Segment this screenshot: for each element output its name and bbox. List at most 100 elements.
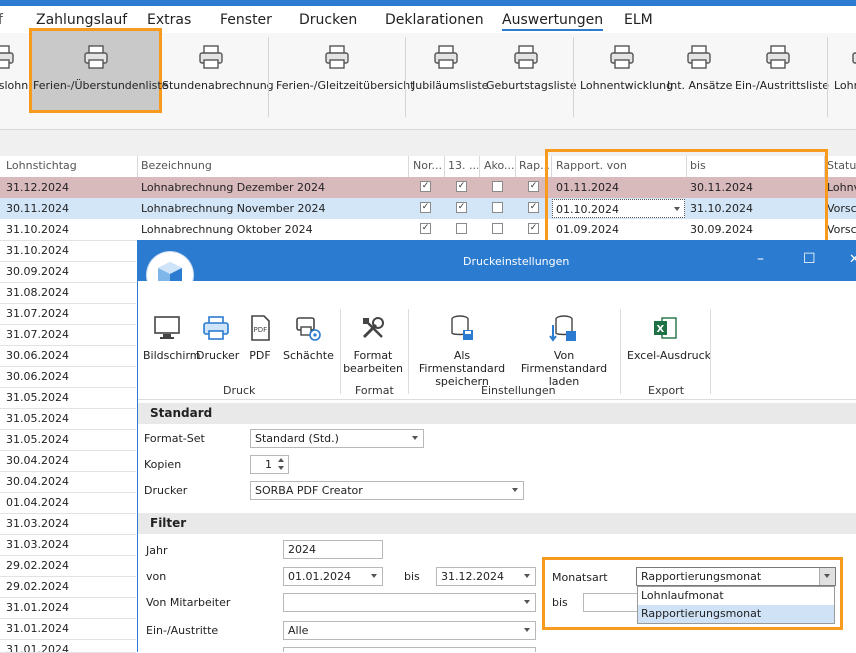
col-header-13[interactable]: 13. ... bbox=[448, 159, 478, 172]
list-item[interactable]: 30.09.2024 bbox=[0, 261, 136, 283]
button-label: Als Firmenstandard speichern bbox=[418, 349, 506, 388]
monitor-icon bbox=[154, 316, 180, 339]
list-item[interactable]: 31.07.2024 bbox=[0, 303, 136, 325]
col-separator bbox=[479, 156, 480, 177]
button-label: Schächte bbox=[283, 349, 334, 362]
list-item[interactable]: 29.02.2024 bbox=[0, 576, 136, 598]
checkbox-13[interactable] bbox=[456, 223, 467, 234]
ribbon-button-eslohn[interactable]: eslohn bbox=[0, 43, 28, 107]
ribbon-button-lohnentwicklung[interactable]: Lohnentwicklung bbox=[580, 43, 673, 107]
list-item[interactable]: 31.10.2024 bbox=[0, 240, 136, 262]
col-header-status[interactable]: Status bbox=[827, 159, 856, 172]
ribbon-button-stundenabrechnung[interactable]: Stundenabrechnung bbox=[162, 43, 274, 107]
list-item[interactable]: 31.07.2024 bbox=[0, 324, 136, 346]
button-bildschirm[interactable]: Bildschirm bbox=[143, 313, 201, 362]
label-jahr: Jahr bbox=[146, 544, 168, 557]
list-item[interactable]: 31.08.2024 bbox=[0, 282, 136, 304]
checkbox-13[interactable]: ✓ bbox=[456, 202, 467, 213]
button-format-bearbeiten[interactable]: Format bearbeiten bbox=[342, 313, 404, 375]
maximize-button[interactable]: ☐ bbox=[803, 251, 816, 267]
col-header-normal[interactable]: Nor... bbox=[413, 159, 443, 172]
menu-auswertungen[interactable]: Auswertungen bbox=[502, 12, 604, 31]
cell-date: 30.09.2024 bbox=[6, 265, 69, 278]
bis-date-input[interactable]: 31.12.2024 bbox=[436, 567, 536, 586]
ribbon-button-label: Jubiläumsliste bbox=[412, 79, 489, 92]
chevron-down-icon[interactable] bbox=[278, 466, 284, 470]
ribbon-button-ferien-ueberstundenliste[interactable]: Ferien-/Überstundenliste bbox=[33, 43, 168, 107]
menu-zahlungslauf[interactable]: Zahlungslauf bbox=[36, 12, 127, 28]
checkbox-rap[interactable]: ✓ bbox=[528, 202, 539, 213]
label-format-set: Format-Set bbox=[144, 432, 205, 445]
cell-date: 30.04.2024 bbox=[6, 454, 69, 467]
ribbon-button-jubilaeumsliste[interactable]: Jubiläumsliste bbox=[412, 43, 489, 107]
checkbox-rap[interactable]: ✓ bbox=[528, 181, 539, 192]
list-item[interactable]: 01.04.2024 bbox=[0, 492, 136, 514]
checkbox-13[interactable]: ✓ bbox=[456, 181, 467, 192]
checkbox-normal[interactable]: ✓ bbox=[420, 181, 431, 192]
cell-date: 31.03.2024 bbox=[6, 538, 69, 551]
jahr-input[interactable]: 2024 bbox=[283, 540, 383, 559]
list-item[interactable]: 29.02.2024 bbox=[0, 555, 136, 577]
ribbon-button-int-ansaetze[interactable]: Int. Ansätze bbox=[667, 43, 732, 107]
drucker-select[interactable]: SORBA PDF Creator bbox=[250, 481, 524, 500]
list-item[interactable]: 31.05.2024 bbox=[0, 408, 136, 430]
button-drucker[interactable]: Drucker bbox=[196, 313, 239, 362]
button-pdf[interactable]: PDF PDF bbox=[244, 313, 276, 362]
ribbon-separator bbox=[268, 37, 269, 117]
list-item[interactable]: 31.05.2024 bbox=[0, 387, 136, 409]
menu-deklarationen[interactable]: Deklarationen bbox=[385, 12, 484, 28]
col-separator bbox=[515, 156, 516, 177]
select-value: Standard (Std.) bbox=[255, 432, 339, 445]
button-von-firmenstandard-laden[interactable]: Von Firmenstandard laden bbox=[514, 313, 614, 388]
col-header-ako[interactable]: Ako... bbox=[484, 159, 514, 172]
list-item[interactable]: 31.05.2024 bbox=[0, 429, 136, 451]
minimize-button[interactable]: – bbox=[757, 251, 764, 267]
format-set-select[interactable]: Standard (Std.) bbox=[250, 429, 424, 448]
section-title: Filter bbox=[150, 516, 187, 530]
checkbox-ako[interactable] bbox=[492, 223, 503, 234]
list-item[interactable]: 30.06.2024 bbox=[0, 366, 136, 388]
menu-fenster[interactable]: Fenster bbox=[220, 12, 272, 28]
checkbox-normal[interactable]: ✓ bbox=[420, 202, 431, 213]
button-als-firmenstandard-speichern[interactable]: Als Firmenstandard speichern bbox=[414, 313, 510, 388]
list-item[interactable]: 31.01.2024 bbox=[0, 639, 136, 653]
menu-elm[interactable]: ELM bbox=[624, 12, 653, 28]
next-field-partial[interactable] bbox=[283, 647, 536, 652]
checkbox-normal[interactable]: ✓ bbox=[420, 223, 431, 234]
ribbon-button-ein-austrittsliste[interactable]: Ein-/Austrittsliste bbox=[735, 43, 829, 107]
list-item[interactable]: 31.03.2024 bbox=[0, 534, 136, 556]
kopien-stepper[interactable]: 1 bbox=[250, 455, 289, 474]
close-button[interactable]: ✕ bbox=[849, 252, 856, 267]
ein-austritte-select[interactable]: Alle bbox=[283, 621, 536, 640]
list-item[interactable]: 30.04.2024 bbox=[0, 471, 136, 493]
svg-text:X: X bbox=[657, 324, 665, 335]
button-excel-ausdruck[interactable]: X Excel-Ausdruck bbox=[627, 313, 711, 362]
ribbon-button-lohn[interactable]: Lohn bbox=[834, 43, 856, 107]
list-item[interactable]: 31.03.2024 bbox=[0, 513, 136, 535]
ribbon-button-geburtstagsliste[interactable]: Geburtstagsliste bbox=[486, 43, 577, 107]
list-item[interactable]: 30.04.2024 bbox=[0, 450, 136, 472]
chevron-up-icon[interactable] bbox=[278, 458, 284, 462]
ribbon-separator bbox=[573, 37, 574, 117]
menu-extras[interactable]: Extras bbox=[147, 12, 191, 28]
menu-item-fragment[interactable]: f bbox=[0, 12, 3, 28]
checkbox-rap[interactable]: ✓ bbox=[528, 223, 539, 234]
von-mitarbeiter-select[interactable] bbox=[283, 593, 536, 612]
von-date-input[interactable]: 01.01.2024 bbox=[283, 567, 383, 586]
cell-bezeichnung: Lohnabrechnung Dezember 2024 bbox=[141, 181, 326, 194]
menu-drucken[interactable]: Drucken bbox=[299, 12, 357, 28]
list-item[interactable]: 31.01.2024 bbox=[0, 618, 136, 640]
printer-icon bbox=[203, 316, 229, 340]
cell-date: 31.10.2024 bbox=[6, 244, 69, 257]
label-drucker: Drucker bbox=[144, 484, 188, 497]
cell-status: Lohnve bbox=[827, 181, 856, 194]
col-header-lohnstichtag[interactable]: Lohnstichtag bbox=[6, 159, 77, 172]
ribbon-button-ferien-gleitzeituebersicht[interactable]: Ferien-/Gleitzeitübersicht bbox=[276, 43, 414, 107]
list-item[interactable]: 31.01.2024 bbox=[0, 597, 136, 619]
input-value: 01.01.2024 bbox=[288, 570, 351, 583]
checkbox-ako[interactable] bbox=[492, 181, 503, 192]
checkbox-ako[interactable] bbox=[492, 202, 503, 213]
list-item[interactable]: 30.06.2024 bbox=[0, 345, 136, 367]
button-schaechte[interactable]: Schächte bbox=[283, 313, 334, 362]
col-header-bezeichnung[interactable]: Bezeichnung bbox=[141, 159, 212, 172]
